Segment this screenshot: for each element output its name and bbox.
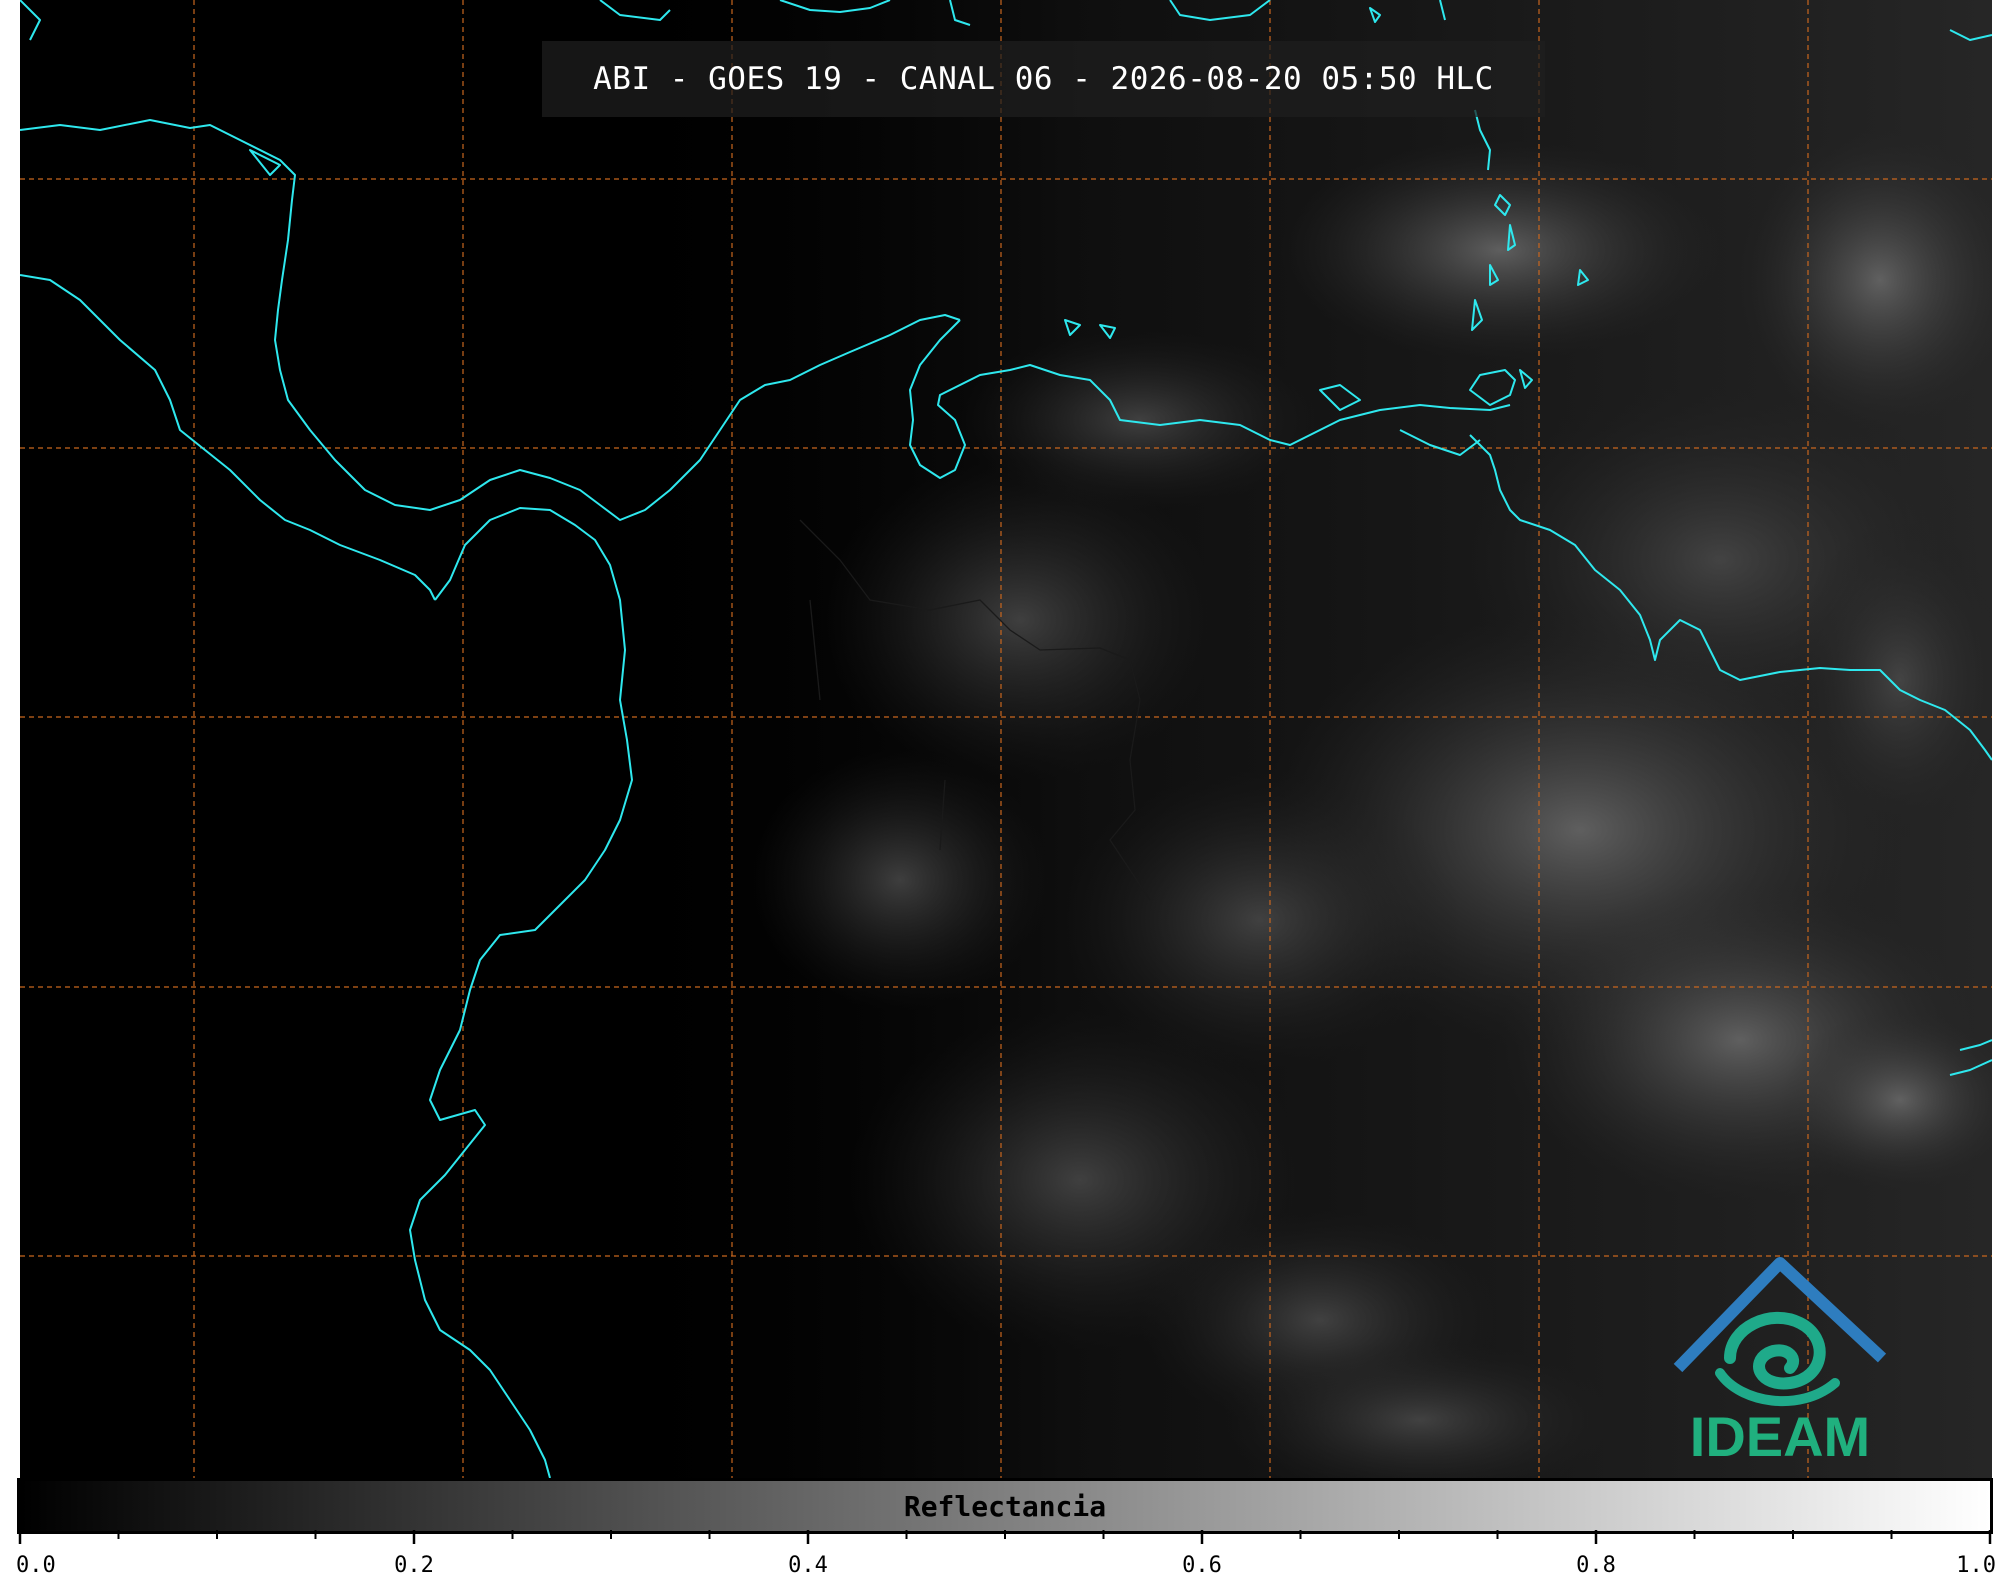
colorbar-ticks [18,1530,1992,1544]
title-box: ABI - GOES 19 - CANAL 06 - 2026-08-20 05… [542,41,1545,117]
ideam-logo: IDEAM [1660,1253,1900,1473]
colorbar-tick-label: 1.0 [1956,1553,1996,1578]
colorbar-tick-label: 0.8 [1576,1553,1616,1578]
image-title: ABI - GOES 19 - CANAL 06 - 2026-08-20 05… [593,61,1494,97]
colorbar-tick-label: 0.4 [788,1553,828,1578]
colorbar-tick-label: 0.0 [16,1553,56,1578]
colorbar-label: Reflectancia [903,1490,1107,1523]
ideam-logo-icon [1673,1257,1887,1407]
colorbar-tick-label: 0.2 [394,1553,434,1578]
colorbar-tick-label: 0.6 [1182,1553,1222,1578]
colorbar: Reflectancia [17,1478,1993,1534]
ideam-logo-text: IDEAM [1689,1405,1871,1468]
